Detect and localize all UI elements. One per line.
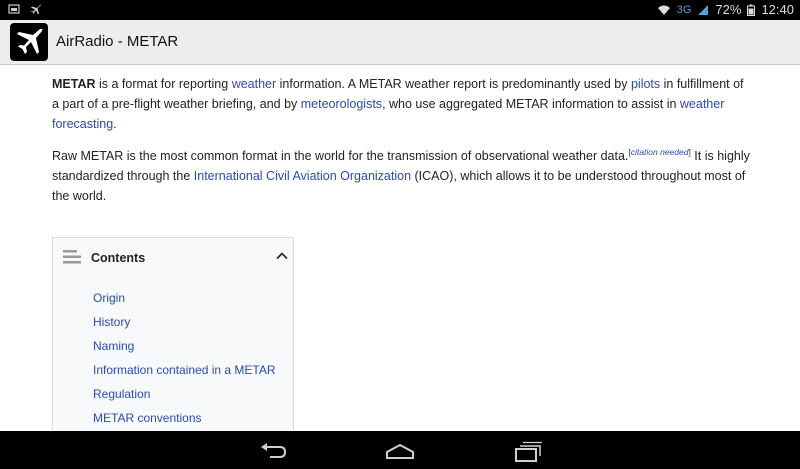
- toc-title: Contents: [91, 251, 146, 265]
- wifi-icon: [657, 5, 670, 15]
- citation-needed[interactable]: [citation needed]: [628, 147, 690, 157]
- action-bar: AirRadio - METAR: [0, 20, 800, 65]
- toc-item: METAR conventions: [93, 406, 276, 430]
- navigation-bar: [0, 431, 800, 469]
- text: information. A METAR weather report is p…: [276, 77, 631, 91]
- toc-link-history[interactable]: History: [93, 315, 130, 329]
- airplane-icon: [17, 28, 43, 54]
- text: , who use aggregated METAR information t…: [382, 97, 680, 111]
- status-bar: 3G 72% 12:40: [0, 0, 800, 20]
- table-of-contents: Contents Origin History Naming Informati…: [52, 237, 294, 431]
- recent-apps-icon[interactable]: [512, 440, 542, 462]
- battery-percent: 72%: [715, 2, 742, 17]
- toc-header[interactable]: Contents: [53, 238, 293, 274]
- toc-link-naming[interactable]: Naming: [93, 339, 134, 353]
- link-icao[interactable]: International Civil Aviation Organizatio…: [194, 169, 411, 183]
- citation-link[interactable]: citation needed: [631, 147, 689, 157]
- toc-link-regulation[interactable]: Regulation: [93, 387, 150, 401]
- toc-link-origin[interactable]: Origin: [93, 291, 125, 305]
- image-icon: [8, 4, 20, 14]
- battery-icon: [747, 4, 756, 16]
- text: Raw METAR is the most common format in t…: [52, 149, 629, 163]
- home-icon[interactable]: [385, 440, 415, 462]
- app-title: AirRadio - METAR: [56, 33, 179, 50]
- toc-link-conventions[interactable]: METAR conventions: [93, 411, 202, 425]
- toc-item: Information contained in a METAR: [93, 358, 276, 382]
- text: .: [113, 117, 117, 131]
- toc-list-icon: [63, 250, 81, 264]
- toc-item: Regulation: [93, 382, 276, 406]
- toc-list: Origin History Naming Information contai…: [93, 286, 276, 430]
- text: is a format for reporting: [95, 77, 232, 91]
- article-content: METAR is a format for reporting weather …: [52, 64, 752, 431]
- article-term: METAR: [52, 77, 96, 91]
- link-pilots[interactable]: pilots: [631, 77, 660, 91]
- chevron-up-icon[interactable]: [275, 249, 289, 263]
- toc-item: History: [93, 310, 276, 334]
- app-logo[interactable]: [10, 23, 48, 61]
- clock: 12:40: [761, 2, 794, 17]
- toc-link-information[interactable]: Information contained in a METAR: [93, 363, 276, 377]
- back-icon[interactable]: [258, 440, 288, 462]
- network-type: 3G: [676, 3, 692, 16]
- link-weather[interactable]: weather: [232, 77, 276, 91]
- toc-item: Origin: [93, 286, 276, 310]
- intro-paragraph: METAR is a format for reporting weather …: [52, 74, 752, 134]
- toc-item: Naming: [93, 334, 276, 358]
- second-paragraph: Raw METAR is the most common format in t…: [52, 146, 752, 206]
- link-meteorologists[interactable]: meteorologists: [301, 97, 382, 111]
- signal-icon: [698, 4, 709, 15]
- airplane-icon: [31, 4, 41, 15]
